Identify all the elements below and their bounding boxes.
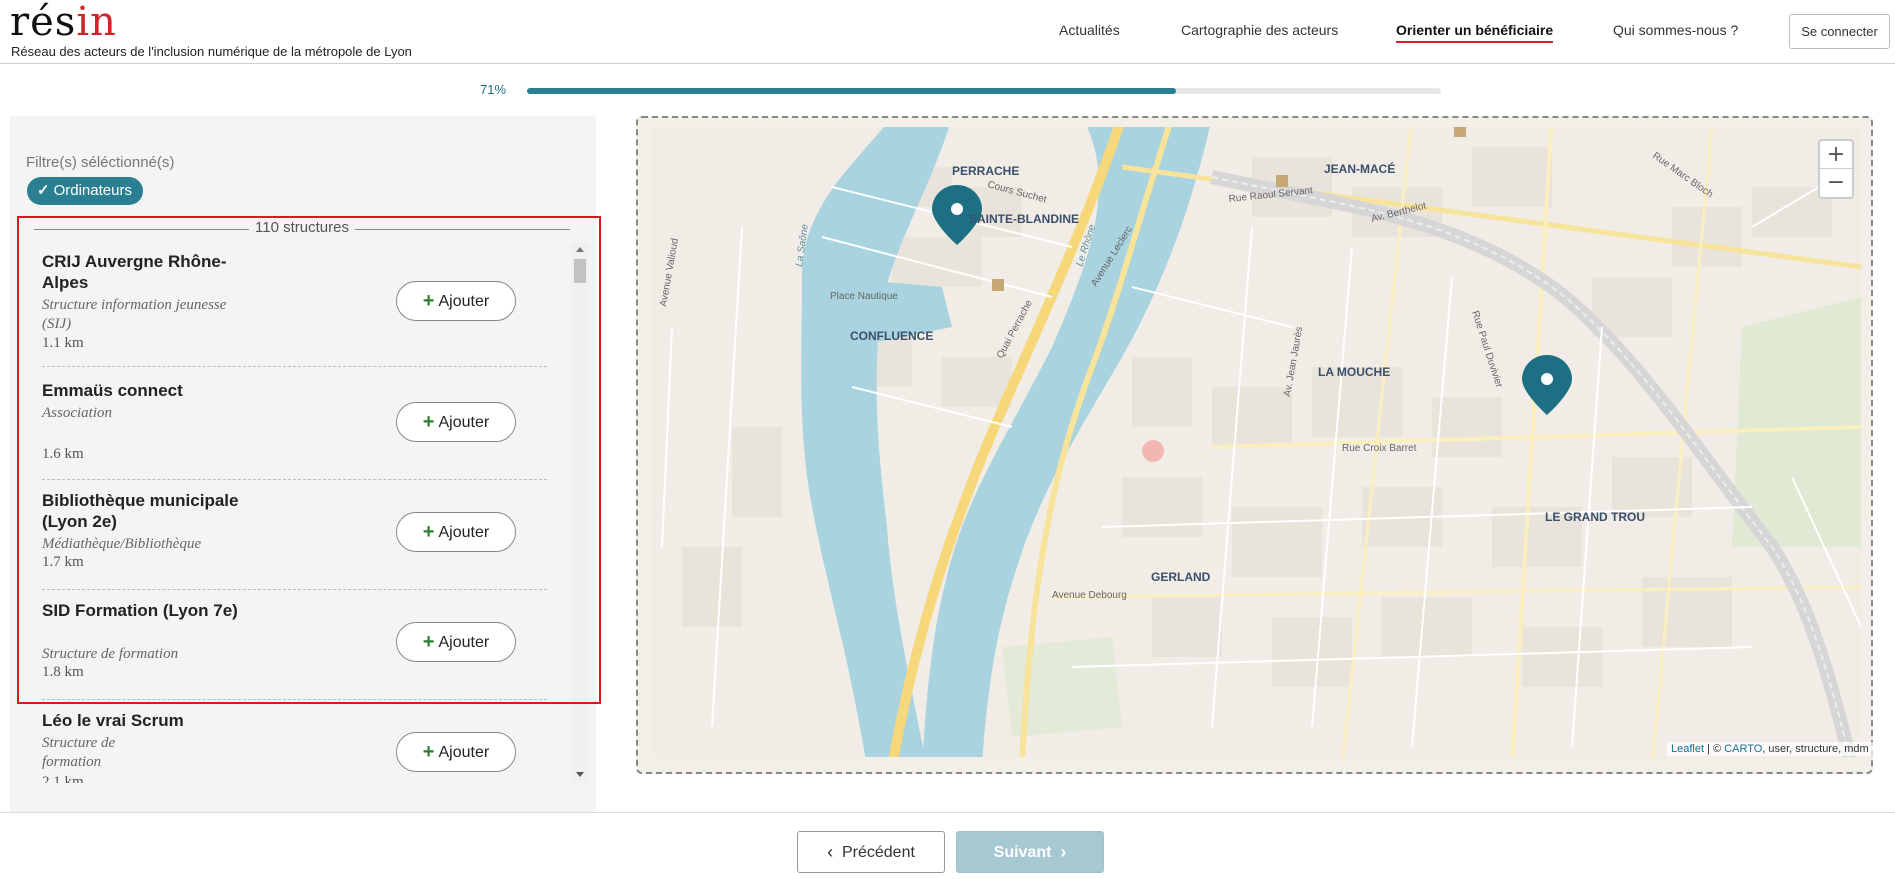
login-button[interactable]: Se connecter [1789,14,1890,49]
progress-label: 71% [480,82,507,97]
next-label: Suivant [993,844,1052,861]
logo-text-a: rés [10,0,77,45]
street-label: Avenue Debourg [1052,590,1127,601]
map-label-sainte-blandine: SAINTE-BLANDINE [969,212,1079,226]
add-button[interactable]: + Ajouter [396,281,516,321]
structures-list: 110 structures CRIJ Auvergne Rhône-Alpes… [18,216,590,812]
footer: ‹ Précédent Suivant › [0,812,1895,879]
street-label: Place Nautique [830,291,898,302]
map[interactable]: PERRACHE SAINTE-BLANDINE CONFLUENCE JEAN… [652,127,1861,757]
plus-icon: + [422,411,435,433]
nav-cartographie[interactable]: Cartographie des acteurs [1181,22,1338,38]
plus-icon: + [422,290,435,312]
structure-type: Médiathèque/Bibliothèque [42,536,202,552]
street-label: Rue Croix Barret [1342,443,1417,454]
add-button[interactable]: + Ajouter [396,622,516,662]
structure-name: SID Formation (Lyon 7e) [42,601,238,620]
structures-panel: Filtre(s) séléctionné(s) ✓ Ordinateurs 11… [10,116,596,812]
nav-actualites[interactable]: Actualités [1059,22,1120,38]
map-label-perrache: PERRACHE [952,164,1019,178]
map-label-gerland: GERLAND [1151,570,1211,584]
structure-type: Structure de formation [42,735,116,770]
list-item: Léo le vrai Scrum Structure de formation… [42,710,547,783]
add-button[interactable]: + Ajouter [396,402,516,442]
structure-type: Association [42,405,112,421]
structures-count-label: 110 structures [249,219,355,236]
add-button-label: Ajouter [438,414,490,431]
header: résin Réseau des acteurs de l'inclusion … [0,0,1895,64]
filters-label: Filtre(s) séléctionné(s) [26,154,175,171]
zoom-in-button[interactable]: + [1820,141,1852,169]
scrollbar-thumb[interactable] [574,259,586,283]
structure-type: Structure de formation [42,646,179,662]
carto-link[interactable]: CARTO [1724,743,1762,755]
add-button[interactable]: + Ajouter [396,512,516,552]
list-scrollbar[interactable] [571,243,589,783]
hospital-icon [1142,440,1164,462]
structure-name: Bibliothèque municipale (Lyon 2e) [42,491,239,531]
plus-icon: + [422,741,435,763]
map-zoom-control: + − [1818,139,1854,199]
tagline: Réseau des acteurs de l'inclusion numéri… [11,44,412,59]
structure-distance: 2.1 km [42,774,84,783]
structure-name: Léo le vrai Scrum [42,711,184,730]
structures-count: 110 structures [34,219,570,239]
list-item: Emmaüs connect Association 1.6 km + Ajout… [42,380,547,480]
next-button[interactable]: Suivant › [956,831,1104,873]
structure-distance: 1.7 km [42,554,84,570]
zoom-out-button[interactable]: − [1820,169,1852,197]
structure-distance: 1.8 km [42,664,84,680]
map-label-le-grand-trou: LE GRAND TROU [1545,510,1645,524]
chevron-right-icon: › [1060,842,1067,862]
filter-chip-label: Ordinateurs [53,182,132,199]
map-canvas: PERRACHE SAINTE-BLANDINE CONFLUENCE JEAN… [652,127,1861,757]
structure-distance: 1.1 km [42,335,84,351]
map-label-jean-mace: JEAN-MACÉ [1324,161,1395,176]
previous-button[interactable]: ‹ Précédent [797,831,945,873]
attribution-rest: , user, structure, mdm [1762,743,1869,755]
add-button-label: Ajouter [438,524,490,541]
nav-orienter[interactable]: Orienter un bénéficiaire [1396,22,1554,43]
list-item: SID Formation (Lyon 7e) Structure de for… [42,600,547,700]
attribution-sep: | © [1704,743,1725,755]
structure-type: Structure information jeunesse (SIJ) [42,297,227,332]
nav-qui-sommes-nous[interactable]: Qui sommes-nous ? [1613,22,1738,38]
check-icon: ✓ [37,182,50,199]
structure-name: Emmaüs connect [42,381,183,400]
leaflet-link[interactable]: Leaflet [1671,743,1704,755]
add-button-label: Ajouter [438,634,490,651]
add-button-label: Ajouter [438,293,490,310]
list-item: Bibliothèque municipale (Lyon 2e) Médiat… [42,490,547,590]
chevron-left-icon: ‹ [827,842,834,862]
park-area [1002,637,1122,737]
plus-icon: + [422,521,435,543]
structure-distance: 1.6 km [42,446,84,462]
structures-scroll-area[interactable]: CRIJ Auvergne Rhône-Alpes Structure info… [18,243,571,783]
structure-name: CRIJ Auvergne Rhône-Alpes [42,252,227,292]
map-attribution: Leaflet | © CARTO, user, structure, mdm [1667,742,1873,756]
progress-fill [527,88,1176,94]
progress-bar [527,88,1441,94]
plus-icon: + [422,631,435,653]
map-label-confluence: CONFLUENCE [850,329,933,343]
list-item: CRIJ Auvergne Rhône-Alpes Structure info… [42,251,547,367]
scroll-up-icon[interactable] [576,247,584,252]
resin-logo[interactable]: résin [10,2,117,42]
map-label-la-mouche: LA MOUCHE [1318,365,1390,379]
add-button[interactable]: + Ajouter [396,732,516,772]
add-button-label: Ajouter [438,744,490,761]
scroll-down-icon[interactable] [576,772,584,777]
logo-text-b: in [76,0,117,45]
previous-label: Précédent [841,844,915,861]
filter-chip-ordinateurs[interactable]: ✓ Ordinateurs [27,177,143,205]
